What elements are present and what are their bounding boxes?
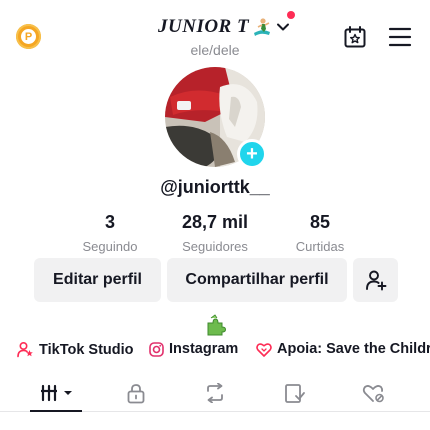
link-tiktok-studio[interactable]: TikTok Studio (17, 341, 134, 358)
add-friends-button[interactable] (353, 258, 398, 302)
puzzle-emoji-icon (207, 314, 226, 336)
lock-icon (127, 383, 145, 403)
profile-avatar[interactable]: + (165, 67, 267, 169)
link-label: Apoia: Save the Children (277, 341, 430, 357)
tab-reposts[interactable] (202, 382, 228, 404)
tab-saved[interactable] (282, 382, 308, 404)
following-label: Seguindo (82, 239, 138, 254)
likes-count: 85 (309, 212, 331, 232)
username: @juniorttk__ (160, 177, 270, 197)
add-person-icon (365, 270, 386, 291)
share-profile-button[interactable]: Compartilhar perfil (167, 258, 347, 302)
profile-links: TikTok Studio Instagram Apoia: Save the … (0, 341, 430, 363)
link-instagram[interactable]: Instagram (149, 341, 238, 357)
following-count: 3 (104, 212, 115, 232)
top-bar: P JUNIOR T ele/dele (0, 0, 430, 62)
stat-followers[interactable]: 28,7 mil Seguidores (165, 212, 265, 256)
followers-label: Seguidores (182, 239, 248, 254)
tab-videos[interactable] (38, 382, 78, 404)
link-donation[interactable]: Apoia: Save the Children (256, 341, 430, 357)
chevron-down-icon[interactable] (275, 19, 291, 35)
tab-liked[interactable] (361, 382, 387, 404)
edit-profile-button[interactable]: Editar perfil (34, 258, 161, 302)
grid-videos-icon (41, 384, 72, 402)
calendar-star-icon[interactable] (343, 25, 367, 49)
display-name: JUNIOR T (158, 16, 250, 37)
content-tabs (0, 376, 430, 412)
repost-icon (207, 383, 223, 403)
likes-label: Curtidas (295, 239, 345, 254)
notification-dot (287, 11, 295, 19)
bookmark-icon (285, 383, 305, 403)
tab-private[interactable] (123, 382, 149, 404)
hamburger-menu-icon[interactable] (388, 26, 412, 48)
stat-following[interactable]: 3 Seguindo (60, 212, 160, 256)
add-story-button[interactable]: + (237, 139, 267, 169)
instagram-icon (149, 341, 164, 357)
surfer-emoji-icon (254, 18, 271, 36)
profile-actions: Editar perfil Compartilhar perfil (34, 258, 398, 302)
profile-stats: 3 Seguindo 28,7 mil Seguidores 85 Curtid… (60, 212, 370, 256)
tiktok-studio-icon (17, 341, 33, 358)
link-label: Instagram (169, 341, 239, 357)
link-label: TikTok Studio (39, 341, 134, 358)
stat-likes[interactable]: 85 Curtidas (270, 212, 370, 256)
active-tab-indicator (30, 410, 82, 412)
account-switcher[interactable]: JUNIOR T (158, 16, 291, 38)
heart-donate-icon (256, 342, 272, 357)
liked-icon (362, 384, 384, 402)
followers-count: 28,7 mil (181, 212, 249, 232)
